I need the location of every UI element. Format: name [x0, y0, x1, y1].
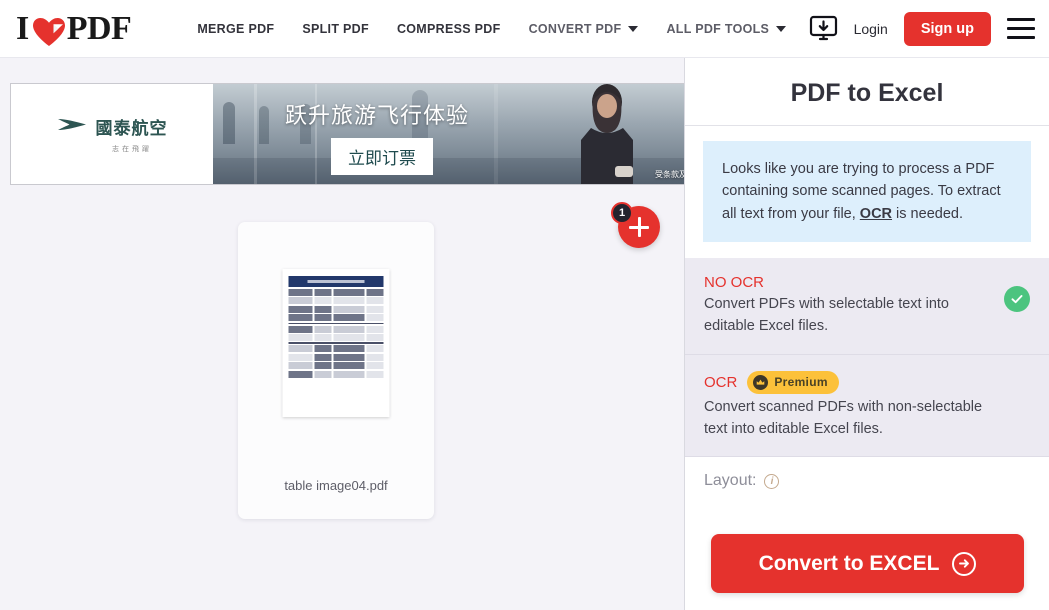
- signup-button[interactable]: Sign up: [903, 11, 991, 46]
- burger-line: [1007, 36, 1035, 39]
- ad-person-illustration: [581, 84, 633, 184]
- app-root: I PDF MERGE PDF SPLIT PDF COMPRESS PDF C…: [0, 0, 1049, 610]
- hamburger-menu-icon[interactable]: [1007, 18, 1035, 39]
- nav-item-merge-pdf[interactable]: MERGE PDF: [183, 14, 288, 44]
- burger-line: [1007, 27, 1035, 30]
- advertisement-banner[interactable]: 國泰航空 志在飛躍 跃升旅游飞行体验 立即订票 受条款及: [10, 83, 684, 185]
- nav-item-split-pdf[interactable]: SPLIT PDF: [288, 14, 383, 44]
- layout-setting-row[interactable]: Layout: i: [685, 457, 1049, 490]
- premium-badge[interactable]: Premium: [747, 370, 839, 394]
- pdf-table-thumbnail: [282, 269, 390, 417]
- nav-label: ALL PDF TOOLS: [666, 21, 770, 36]
- chevron-down-icon: [628, 25, 639, 32]
- crown-icon: [753, 374, 769, 390]
- site-header: I PDF MERGE PDF SPLIT PDF COMPRESS PDF C…: [0, 0, 1049, 58]
- notice-text-after: is needed.: [892, 205, 963, 222]
- login-link[interactable]: Login: [854, 21, 888, 37]
- logo-text-first: I: [16, 9, 29, 47]
- nav-item-all-pdf-tools[interactable]: ALL PDF TOOLS: [652, 14, 800, 44]
- scanned-pdf-notice: Looks like you are trying to process a P…: [703, 141, 1031, 243]
- thumb-header-text: [307, 280, 365, 283]
- nav-label: SPLIT PDF: [302, 21, 369, 36]
- option-description: Convert scanned PDFs with non-selectable…: [704, 398, 983, 437]
- layout-label: Layout:: [704, 472, 757, 490]
- burger-line: [1007, 18, 1035, 21]
- ad-headline: 跃升旅游飞行体验: [285, 104, 470, 129]
- ad-brand-name: 國泰航空: [95, 119, 168, 139]
- primary-nav: MERGE PDF SPLIT PDF COMPRESS PDF CONVERT…: [183, 14, 800, 44]
- option-label: NO OCR: [704, 274, 1031, 291]
- tool-options-panel: PDF to Excel Looks like you are trying t…: [684, 58, 1049, 610]
- nav-label: MERGE PDF: [197, 21, 275, 36]
- ad-logo-row: 國泰航空: [57, 114, 168, 139]
- plus-icon: [629, 217, 649, 237]
- convert-to-excel-button[interactable]: Convert to EXCEL: [711, 534, 1024, 593]
- convert-button-label: Convert to EXCEL: [758, 551, 940, 575]
- chevron-down-icon: [776, 25, 787, 32]
- ocr-link[interactable]: OCR: [860, 206, 892, 222]
- nav-label: COMPRESS PDF: [396, 21, 501, 36]
- file-name-label: table image04.pdf: [284, 478, 388, 493]
- ad-cta-button[interactable]: 立即订票: [331, 138, 433, 175]
- option-title: NO OCR: [704, 274, 764, 292]
- nav-item-convert-pdf[interactable]: CONVERT PDF: [515, 14, 653, 44]
- thumb-table: [288, 289, 384, 378]
- desktop-download-icon[interactable]: [809, 15, 838, 42]
- arrow-right-circle-icon: [952, 551, 977, 576]
- ad-tagline: 志在飛躍: [112, 145, 152, 153]
- heart-icon: [32, 14, 66, 46]
- ad-brand-block: 國泰航空 志在飛躍: [11, 84, 213, 184]
- ad-fine-print: 受条款及细则约束: [655, 170, 684, 179]
- file-card[interactable]: table image04.pdf: [238, 222, 434, 519]
- cathay-brushwing-icon: [57, 116, 87, 138]
- option-no-ocr[interactable]: NO OCR Convert PDFs with selectable text…: [685, 258, 1049, 355]
- option-title: OCR: [704, 373, 738, 391]
- page-title: PDF to Excel: [685, 58, 1049, 126]
- thumb-header-bar: [288, 276, 384, 287]
- add-file-count-badge: 1: [611, 202, 633, 224]
- premium-badge-label: Premium: [774, 375, 828, 390]
- logo-text-second: PDF: [66, 9, 132, 47]
- option-ocr[interactable]: OCR Premium Convert scanned PDFs with no…: [685, 354, 1049, 458]
- option-label: OCR Premium: [704, 370, 1031, 394]
- option-description: Convert PDFs with selectable text into e…: [704, 296, 949, 335]
- info-icon[interactable]: i: [764, 473, 780, 489]
- main-workspace: 國泰航空 志在飛躍 跃升旅游飞行体验 立即订票 受条款及 table image…: [0, 58, 684, 610]
- ad-photo: 跃升旅游飞行体验 立即订票 受条款及细则约束: [213, 84, 684, 184]
- ilovepdf-logo[interactable]: I PDF: [16, 9, 132, 48]
- header-actions: Login Sign up: [809, 11, 1035, 46]
- nav-item-compress-pdf[interactable]: COMPRESS PDF: [383, 14, 515, 44]
- nav-label: CONVERT PDF: [528, 21, 622, 36]
